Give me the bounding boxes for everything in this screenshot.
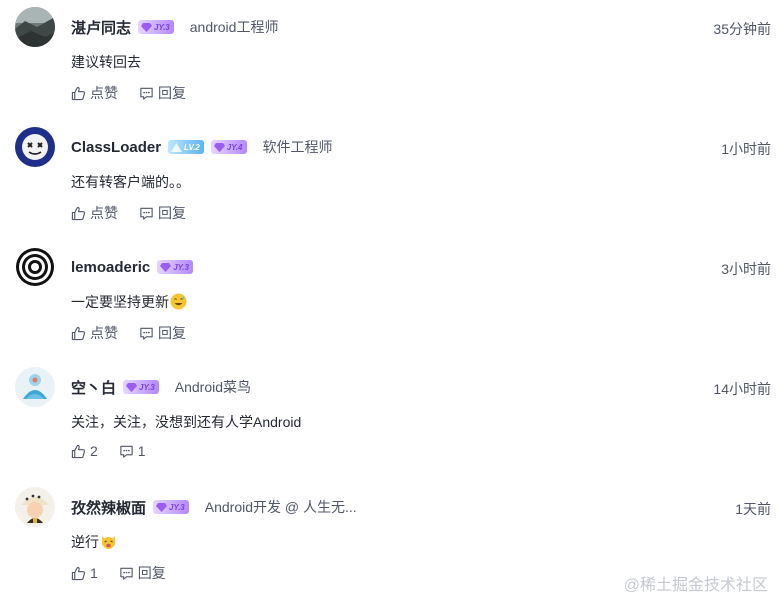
avatar-image [15,7,55,47]
jy-level-badge[interactable]: JY.4 [210,140,247,154]
comment-icon [120,445,133,458]
reply-label: 回复 [158,205,186,221]
comment-content: 逆行 [71,532,117,552]
level-icon [171,142,183,152]
thumbs-up-icon [71,326,86,340]
reply-label: 回复 [158,325,186,341]
diamond-icon [126,382,138,392]
reply-button[interactable]: 回复 [139,83,186,103]
comment-header: lemoaderic JY.3 [71,255,193,279]
avatar-image [15,367,55,407]
comment-time: 35分钟前 [713,21,771,37]
comment-icon [120,567,133,580]
diamond-icon [160,262,172,272]
comment-header: ClassLoader LV.2 JY.4 软件工程师 [71,135,333,159]
username[interactable]: 湛卢同志 [71,17,131,38]
diamond-icon [213,142,225,152]
thumbs-up-icon [71,566,86,580]
avatar-image [15,487,55,527]
like-button[interactable]: 点赞 [71,203,118,223]
job-title: Android开发 @ 人生无... [204,499,357,515]
badge-label: JY.3 [154,22,170,32]
grinning-sweat-emoji-icon [170,293,187,310]
badge-label: JY.3 [139,382,155,392]
avatar[interactable] [15,7,55,47]
job-title: android工程师 [189,19,279,35]
like-button[interactable]: 2 [71,443,98,459]
comment-item: 湛卢同志 JY.3 android工程师 35分钟前 建议转回去 点赞 回复 [0,7,783,127]
comment-actions: 点赞 回复 [71,83,207,103]
badge-label: JY.3 [169,502,185,512]
avatar[interactable] [15,247,55,287]
comment-content: 关注，关注，没想到还有人学Android [71,414,302,430]
comment-icon [140,207,153,220]
like-label: 点赞 [90,325,118,341]
like-label: 点赞 [90,205,118,221]
diamond-icon [156,502,168,512]
comment-time: 1小时前 [721,141,771,157]
badge-label: JY.3 [173,262,189,272]
comment-content: 还有转客户端的。。 [71,174,190,190]
reply-label: 回复 [158,85,186,101]
reply-button[interactable]: 回复 [119,563,166,583]
job-title: Android菜鸟 [174,379,252,395]
like-count: 2 [90,443,98,459]
like-label: 点赞 [90,85,118,101]
jy-level-badge[interactable]: JY.3 [153,500,189,514]
comment-text: 一定要坚持更新 [71,294,169,310]
reply-button[interactable]: 回复 [139,203,186,223]
job-title: 软件工程师 [262,139,333,155]
comment-item: 空丶白 JY.3 Android菜鸟 14小时前 关注，关注，没想到还有人学An… [0,367,783,487]
avatar-image [15,247,55,287]
comment-content: 一定要坚持更新 [71,292,187,312]
reply-button[interactable]: 回复 [139,323,186,343]
like-button[interactable]: 点赞 [71,83,118,103]
username[interactable]: 空丶白 [71,377,116,398]
avatar-image [15,127,55,167]
comment-time: 1天前 [735,501,771,517]
reply-count: 1 [137,443,146,459]
comment-item: ClassLoader LV.2 JY.4 软件工程师 1小时前 还有转客户端的… [0,127,783,247]
comment-content: 建议转回去 [71,54,141,70]
comment-header: 湛卢同志 JY.3 android工程师 [71,15,278,39]
reply-label: 回复 [137,565,166,581]
comment-time: 3小时前 [721,261,771,277]
like-button[interactable]: 1 [71,565,98,581]
reply-button[interactable]: 1 [119,443,146,459]
username[interactable]: 孜然辣椒面 [71,497,146,518]
jy-level-badge[interactable]: JY.3 [157,260,193,274]
comment-actions: 2 1 [71,443,167,459]
like-count: 1 [90,565,98,581]
cat-emoji-icon [102,536,115,549]
badge-label: LV.2 [184,142,200,152]
jy-level-badge[interactable]: JY.3 [138,20,174,34]
comment-header: 空丶白 JY.3 Android菜鸟 [71,375,251,399]
comment-actions: 点赞 回复 [71,203,207,223]
comment-icon [140,87,153,100]
avatar[interactable] [15,487,55,527]
username[interactable]: lemoaderic [71,259,150,276]
username[interactable]: ClassLoader [71,139,161,156]
watermark: @稀土掘金技术社区 [623,577,768,594]
badge-label: JY.4 [226,142,243,152]
comment-icon [140,327,153,340]
like-button[interactable]: 点赞 [71,323,118,343]
comment-item: lemoaderic JY.3 3小时前 一定要坚持更新 点赞 回复 [0,247,783,367]
comment-actions: 点赞 回复 [71,323,207,343]
diamond-icon [141,22,153,32]
thumbs-up-icon [71,206,86,220]
comment-time: 14小时前 [713,381,771,397]
avatar[interactable] [15,127,55,167]
comment-header: 孜然辣椒面 JY.3 Android开发 @ 人生无... [71,495,357,519]
lv-level-badge[interactable]: LV.2 [168,140,204,154]
thumbs-up-icon [71,444,86,458]
jy-level-badge[interactable]: JY.3 [123,380,159,394]
comment-actions: 1 回复 [71,563,187,583]
comment-text: 逆行 [71,534,99,550]
avatar[interactable] [15,367,55,407]
thumbs-up-icon [71,86,86,100]
